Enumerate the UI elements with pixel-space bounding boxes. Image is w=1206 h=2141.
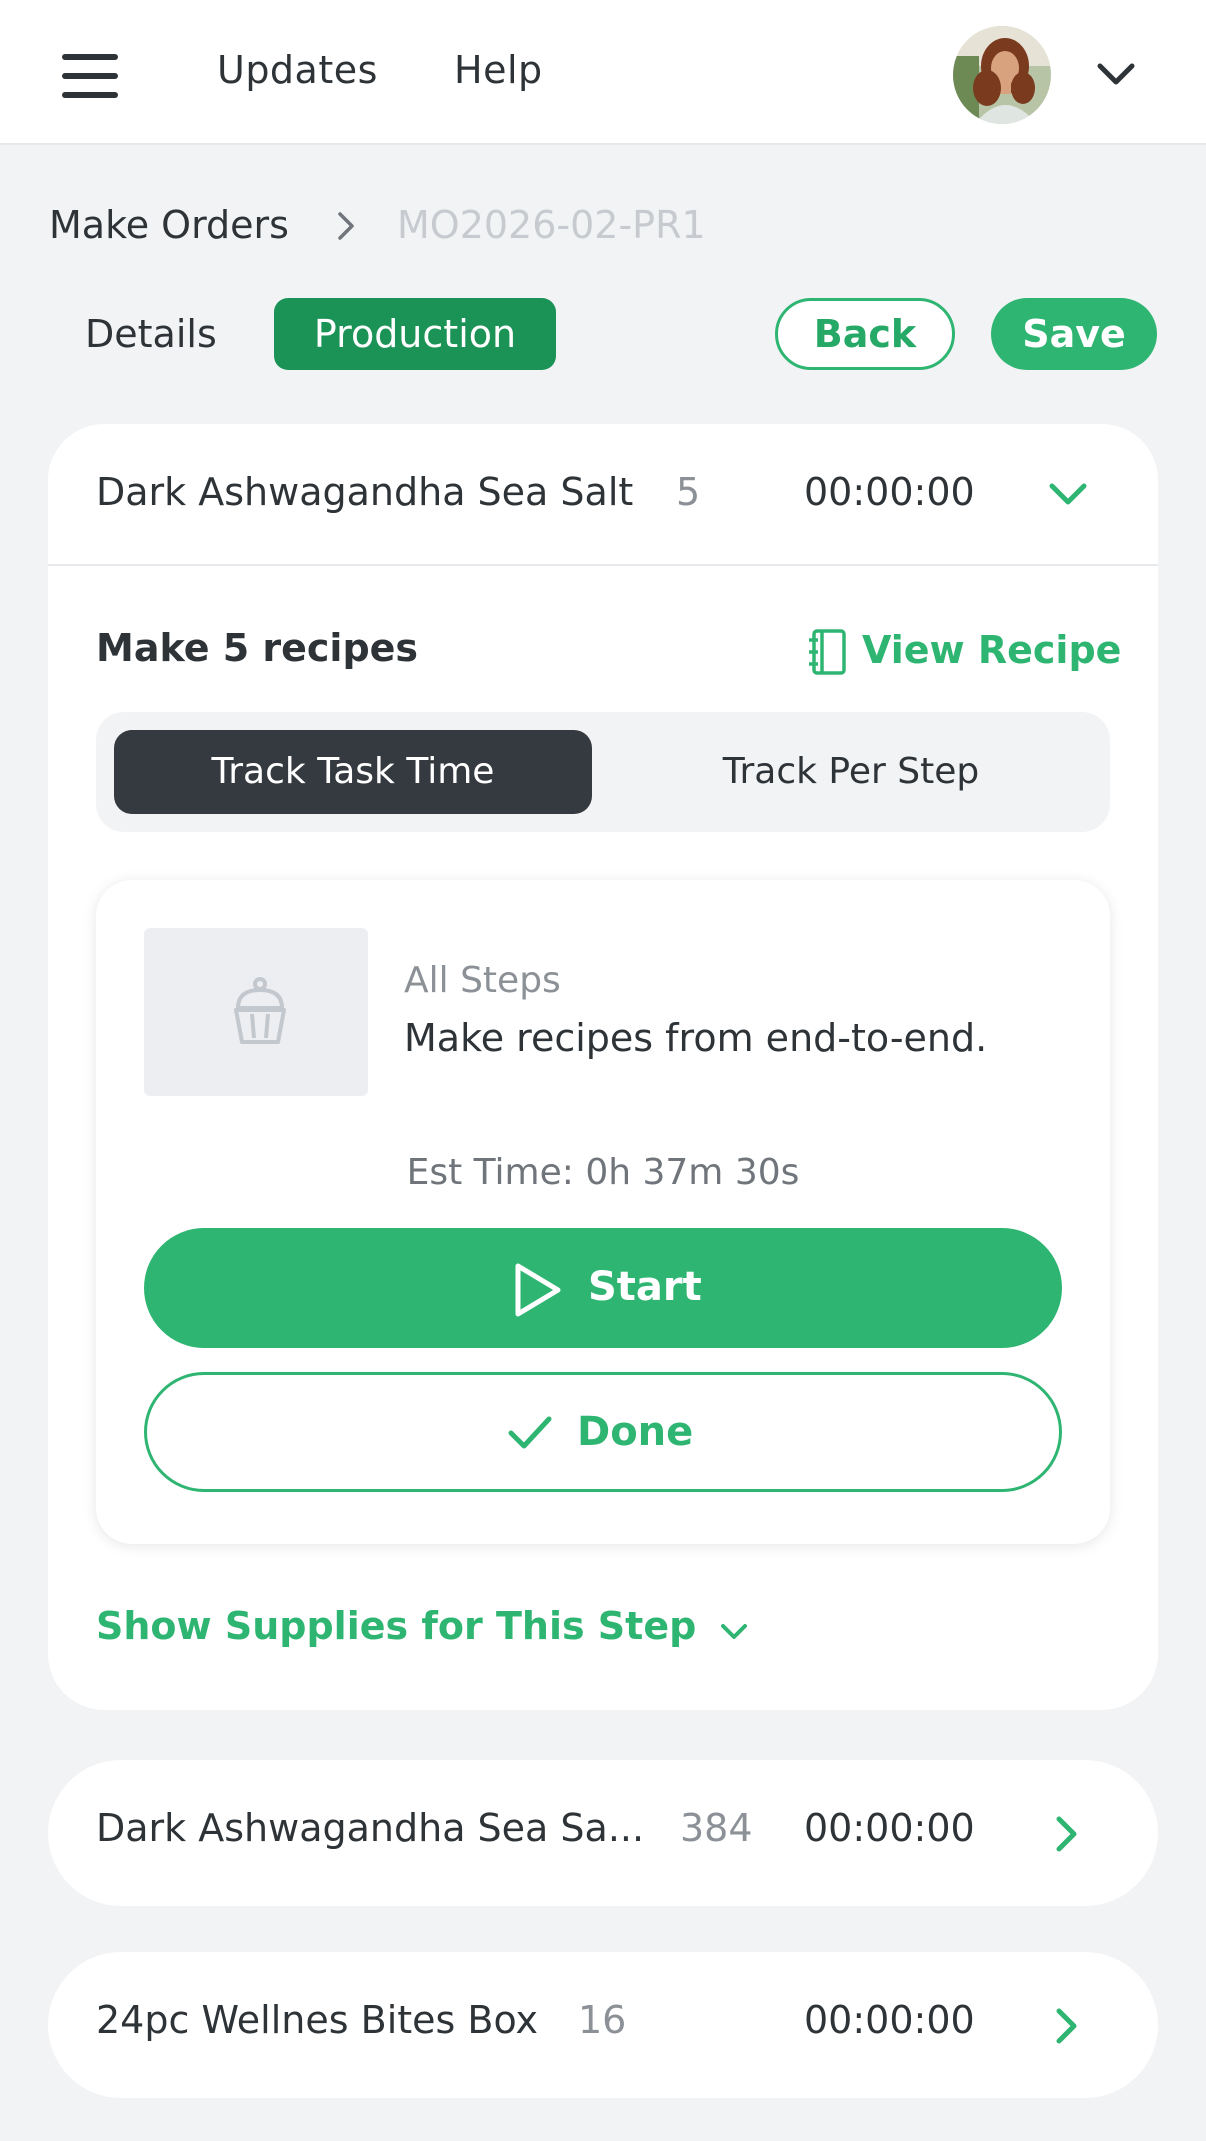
step-card: All Steps Make recipes from end-to-end. … [96, 880, 1110, 1544]
item-name: Dark Ashwagandha Sea Sa... [96, 1806, 645, 1850]
chevron-right-icon [338, 212, 354, 240]
cupcake-icon [234, 977, 286, 1044]
check-icon [508, 1416, 552, 1449]
show-supplies-toggle[interactable]: Show Supplies for This Step [96, 1604, 747, 1654]
view-recipe-label: View Recipe [862, 628, 1122, 672]
avatar[interactable] [953, 26, 1051, 124]
item-quantity: 384 [680, 1806, 753, 1850]
chevron-down-icon [721, 1624, 747, 1639]
notebook-icon [809, 629, 846, 675]
track-per-step-option[interactable]: Track Per Step [610, 730, 1092, 814]
step-label: All Steps [404, 960, 561, 1001]
step-thumbnail [144, 928, 368, 1096]
top-bar: Updates Help [0, 0, 1206, 145]
show-supplies-label: Show Supplies for This Step [96, 1604, 697, 1648]
item-timer: 00:00:00 [804, 470, 975, 514]
tracking-mode-toggle: Track Task Time Track Per Step [96, 712, 1110, 832]
item-timer: 00:00:00 [804, 1998, 975, 2042]
item-quantity: 5 [676, 470, 701, 514]
chevron-down-icon[interactable] [1048, 480, 1088, 510]
save-button[interactable]: Save [991, 298, 1157, 370]
make-recipes-title: Make 5 recipes [96, 626, 419, 670]
nav-updates-link[interactable]: Updates [217, 48, 378, 92]
production-item-row[interactable]: Dark Ashwagandha Sea Sa... 384 00:00:00 [48, 1760, 1158, 1906]
start-label: Start [588, 1264, 702, 1310]
back-button[interactable]: Back [775, 298, 955, 370]
breadcrumb-make-orders[interactable]: Make Orders [49, 203, 289, 247]
start-button[interactable]: Start [144, 1228, 1062, 1348]
item-quantity: 16 [578, 1998, 627, 2042]
tab-details[interactable]: Details [85, 312, 217, 356]
estimated-time: Est Time: 0h 37m 30s [406, 1152, 800, 1193]
production-item-header[interactable]: Dark Ashwagandha Sea Salt 5 00:00:00 [48, 424, 1158, 566]
menu-icon[interactable] [62, 54, 118, 98]
item-name: Dark Ashwagandha Sea Salt [96, 470, 634, 514]
production-item-card: Dark Ashwagandha Sea Salt 5 00:00:00 Mak… [48, 424, 1158, 1710]
chevron-right-icon[interactable] [1054, 1814, 1080, 1854]
item-timer: 00:00:00 [804, 1806, 975, 1850]
chevron-right-icon[interactable] [1054, 2006, 1080, 2046]
tab-production[interactable]: Production [274, 298, 556, 370]
chevron-down-icon[interactable] [1094, 58, 1138, 90]
done-button[interactable]: Done [144, 1372, 1062, 1492]
breadcrumb-current: MO2026-02-PR1 [397, 203, 706, 247]
play-icon [515, 1263, 561, 1317]
nav-help-link[interactable]: Help [454, 48, 543, 92]
item-name: 24pc Wellnes Bites Box [96, 1998, 539, 2042]
production-item-row[interactable]: 24pc Wellnes Bites Box 16 00:00:00 [48, 1952, 1158, 2098]
step-description: Make recipes from end-to-end. [404, 1016, 988, 1060]
done-label: Done [577, 1409, 694, 1455]
track-task-time-option[interactable]: Track Task Time [114, 730, 592, 814]
